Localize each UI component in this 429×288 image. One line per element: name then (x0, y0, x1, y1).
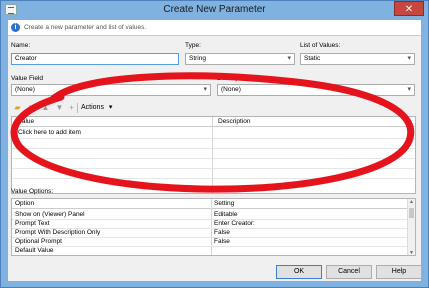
option-setting[interactable]: False (214, 229, 230, 237)
add-item-row[interactable]: Click here to add item (18, 129, 81, 137)
values-grid[interactable]: Value Description Click here to add item (11, 116, 416, 194)
window-title: Create New Parameter (163, 4, 266, 15)
dialog-window: Create New Parameter ✕ i Create a new pa… (0, 0, 429, 288)
value-field-dropdown[interactable]: (None) (11, 84, 211, 96)
row-divider (12, 148, 415, 149)
scroll-up-icon[interactable]: ▲ (408, 199, 415, 206)
description-field-dropdown[interactable]: (None) (217, 84, 415, 96)
values-toolbar: ▰ ✕ ▲ ▼ + Actions ▾ (11, 102, 211, 114)
help-button[interactable]: Help (376, 265, 422, 279)
column-divider (212, 117, 213, 193)
column-header-option[interactable]: Option (15, 200, 34, 208)
move-down-icon[interactable]: ▼ (55, 103, 64, 112)
option-name: Show on (Viewer) Panel (15, 211, 85, 218)
open-folder-icon[interactable]: ▰ (13, 103, 22, 112)
move-up-icon[interactable]: ▲ (41, 103, 50, 112)
title-bar[interactable]: Create New Parameter ✕ (1, 1, 428, 19)
option-name: Optional Prompt (15, 238, 62, 245)
name-label: Name: (11, 42, 31, 49)
row-divider (12, 158, 415, 159)
value-field-label: Value Field (11, 75, 44, 82)
scroll-down-icon[interactable]: ▼ (408, 250, 415, 255)
option-name: Prompt Text (15, 220, 50, 227)
option-setting[interactable]: Editable (214, 211, 238, 219)
description-field-label: Description Field (217, 75, 266, 82)
values-grid-header: Value Description (12, 117, 415, 127)
toolbar-separator (77, 103, 78, 113)
cancel-button[interactable]: Cancel (326, 265, 372, 279)
name-input[interactable]: Creator (11, 53, 179, 65)
column-header-description[interactable]: Description (218, 118, 251, 126)
actions-label: Actions (81, 104, 104, 111)
row-divider (12, 237, 409, 238)
delete-icon[interactable]: ✕ (27, 103, 36, 112)
type-label: Type: (185, 42, 201, 49)
option-name: Default Value (15, 247, 54, 254)
row-divider (12, 178, 415, 179)
close-button[interactable]: ✕ (394, 1, 424, 16)
column-header-value[interactable]: Value (18, 118, 34, 126)
option-setting[interactable]: False (214, 238, 230, 246)
banner-text: Create a new parameter and list of value… (24, 24, 147, 31)
column-header-setting[interactable]: Setting (214, 200, 234, 208)
value-options-grid[interactable]: Option Setting Show on (Viewer) Panel Ed… (11, 198, 416, 256)
value-options-label: Value Options: (11, 188, 54, 195)
type-dropdown[interactable]: String (185, 53, 295, 65)
add-icon[interactable]: + (67, 103, 76, 112)
ok-button[interactable]: OK (276, 265, 322, 279)
actions-menu[interactable]: Actions ▾ (81, 102, 112, 114)
option-setting[interactable]: Enter Creator: (214, 220, 255, 228)
row-divider (12, 246, 409, 247)
row-divider (12, 219, 409, 220)
options-scrollbar[interactable]: ▲ ▼ (407, 199, 415, 255)
row-divider (12, 168, 415, 169)
info-banner: i Create a new parameter and list of val… (8, 20, 421, 36)
dialog-body: i Create a new parameter and list of val… (7, 19, 422, 282)
scroll-thumb[interactable] (409, 208, 414, 218)
option-name: Prompt With Description Only (15, 229, 101, 236)
info-icon: i (11, 23, 20, 32)
list-of-values-label: List of Values: (300, 42, 341, 49)
row-divider (12, 138, 415, 139)
chevron-down-icon: ▾ (108, 104, 113, 111)
list-of-values-dropdown[interactable]: Static (300, 53, 415, 65)
